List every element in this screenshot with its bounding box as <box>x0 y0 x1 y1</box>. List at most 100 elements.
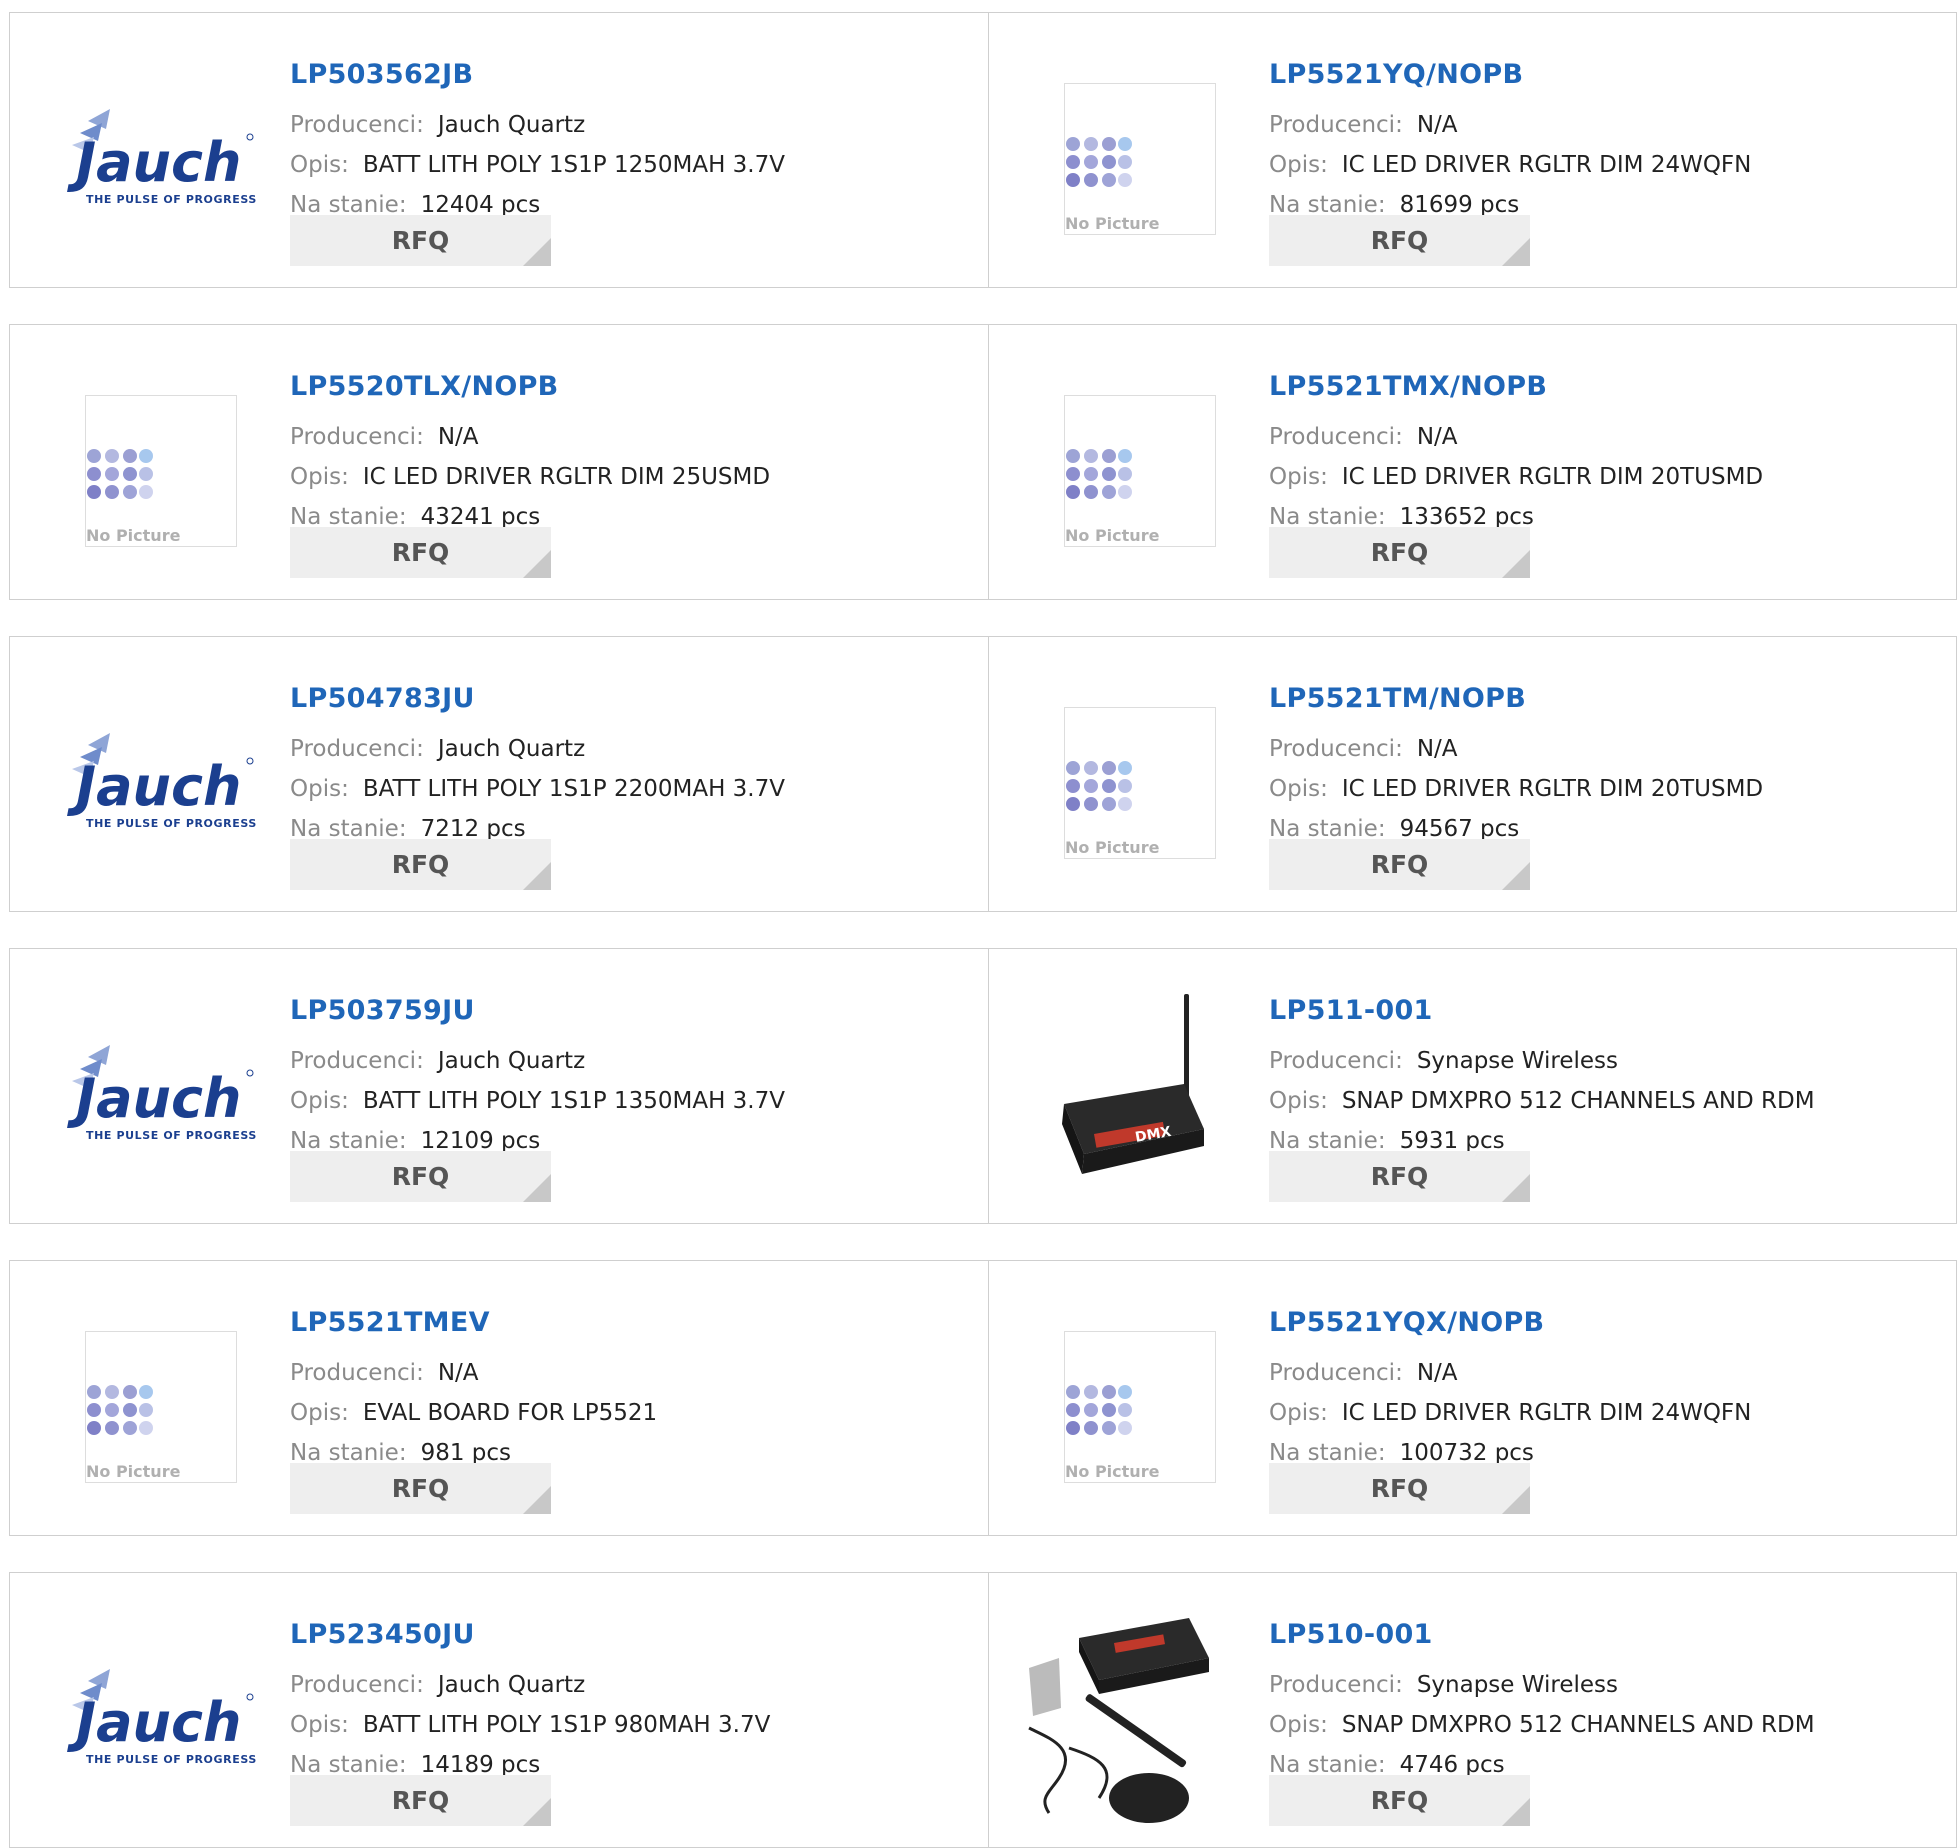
no-picture-label: No Picture <box>1065 838 1164 857</box>
corner-decoration <box>523 550 551 578</box>
corner-decoration <box>523 1486 551 1514</box>
no-picture-icon <box>1066 1385 1132 1435</box>
part-number-link[interactable]: LP5521YQX/NOPB <box>1269 1307 1544 1338</box>
manufacturer-value: Synapse Wireless <box>1416 1048 1618 1074</box>
part-number-link[interactable]: LP504783JU <box>290 683 475 714</box>
no-picture-placeholder: No Picture <box>1064 707 1216 859</box>
description-row: Opis: IC LED DRIVER RGLTR DIM 24WQFN <box>1269 152 1936 178</box>
product-image: No Picture <box>1029 1313 1229 1483</box>
part-number-link[interactable]: LP523450JU <box>290 1619 475 1650</box>
rfq-button-label: RFQ <box>391 1474 450 1503</box>
manufacturer-row: Producenci: Jauch Quartz <box>290 1048 968 1074</box>
part-number-link[interactable]: LP5520TLX/NOPB <box>290 371 559 402</box>
description-label: Opis: <box>1269 1712 1328 1738</box>
rfq-button[interactable]: RFQ <box>1269 1463 1530 1514</box>
rfq-button[interactable]: RFQ <box>290 1151 551 1202</box>
description-label: Opis: <box>290 1400 349 1426</box>
svg-text:Jauch: Jauch <box>67 131 241 194</box>
rfq-button[interactable]: RFQ <box>290 1775 551 1826</box>
no-picture-label: No Picture <box>1065 214 1164 233</box>
part-number-link[interactable]: LP511-001 <box>1269 995 1433 1026</box>
product-card: Jauch THE PULSE OF PROGRESS LP503562JB P… <box>9 12 989 288</box>
description-row: Opis: IC LED DRIVER RGLTR DIM 24WQFN <box>1269 1400 1936 1426</box>
product-card: No Picture LP5521TM/NOPB Producenci: N/A … <box>988 636 1957 912</box>
manufacturer-row: Producenci: N/A <box>1269 112 1936 138</box>
no-picture-placeholder: No Picture <box>1064 83 1216 235</box>
no-picture-icon <box>1066 761 1132 811</box>
manufacturer-value: N/A <box>437 424 479 450</box>
jauch-logo: Jauch THE PULSE OF PROGRESS <box>58 1663 258 1773</box>
manufacturer-value: Jauch Quartz <box>437 1672 586 1698</box>
corner-decoration <box>523 238 551 266</box>
svg-text:THE PULSE OF PROGRESS: THE PULSE OF PROGRESS <box>86 193 257 206</box>
manufacturer-value: N/A <box>1416 112 1458 138</box>
part-number-link[interactable]: LP5521TM/NOPB <box>1269 683 1526 714</box>
rfq-button[interactable]: RFQ <box>290 839 551 890</box>
product-image: No Picture <box>1029 689 1229 859</box>
product-image: No Picture <box>50 377 250 547</box>
corner-decoration <box>1502 550 1530 578</box>
part-number-link[interactable]: LP510-001 <box>1269 1619 1433 1650</box>
rfq-button[interactable]: RFQ <box>1269 839 1530 890</box>
product-info: LP5521TM/NOPB Producenci: N/A Opis: IC LED… <box>1269 667 1936 842</box>
manufacturer-label: Producenci: <box>1269 424 1403 450</box>
manufacturer-value: Jauch Quartz <box>437 1048 586 1074</box>
rfq-button[interactable]: RFQ <box>1269 215 1530 266</box>
product-info: LP510-001 Producenci: Synapse Wireless Op… <box>1269 1603 1936 1778</box>
manufacturer-row: Producenci: Synapse Wireless <box>1269 1048 1936 1074</box>
part-number-link[interactable]: LP5521TMEV <box>290 1307 490 1338</box>
part-number-link[interactable]: LP5521TMX/NOPB <box>1269 371 1547 402</box>
part-number-link[interactable]: LP5521YQ/NOPB <box>1269 59 1523 90</box>
description-value: BATT LITH POLY 1S1P 1350MAH 3.7V <box>362 1088 785 1114</box>
manufacturer-label: Producenci: <box>1269 1360 1403 1386</box>
description-value: IC LED DRIVER RGLTR DIM 25USMD <box>362 464 771 490</box>
manufacturer-row: Producenci: N/A <box>290 1360 968 1386</box>
rfq-button[interactable]: RFQ <box>1269 1151 1530 1202</box>
no-picture-icon <box>87 1385 153 1435</box>
description-row: Opis: SNAP DMXPRO 512 CHANNELS AND RDM <box>1269 1088 1936 1114</box>
rfq-button[interactable]: RFQ <box>290 1463 551 1514</box>
no-picture-placeholder: No Picture <box>85 395 237 547</box>
product-card: No Picture LP5521TMX/NOPB Producenci: N/A… <box>988 324 1957 600</box>
rfq-button[interactable]: RFQ <box>290 527 551 578</box>
rfq-button[interactable]: RFQ <box>1269 1775 1530 1826</box>
product-card: No Picture LP5521TMEV Producenci: N/A Opi… <box>9 1260 989 1536</box>
product-image-dmx-kit <box>1019 1598 1239 1838</box>
no-picture-placeholder: No Picture <box>1064 395 1216 547</box>
corner-decoration <box>523 862 551 890</box>
manufacturer-label: Producenci: <box>290 112 424 138</box>
jauch-logo: Jauch THE PULSE OF PROGRESS <box>58 103 258 213</box>
description-row: Opis: IC LED DRIVER RGLTR DIM 20TUSMD <box>1269 464 1936 490</box>
product-card: Jauch THE PULSE OF PROGRESS LP504783JU P… <box>9 636 989 912</box>
manufacturer-value: N/A <box>1416 736 1458 762</box>
product-info: LP503562JB Producenci: Jauch Quartz Opis:… <box>290 43 968 218</box>
manufacturer-label: Producenci: <box>290 736 424 762</box>
no-picture-placeholder: No Picture <box>1064 1331 1216 1483</box>
description-label: Opis: <box>1269 464 1328 490</box>
product-card: Jauch THE PULSE OF PROGRESS LP523450JU P… <box>9 1572 989 1848</box>
manufacturer-value: Jauch Quartz <box>437 112 586 138</box>
product-info: LP5521TMX/NOPB Producenci: N/A Opis: IC LE… <box>1269 355 1936 530</box>
description-row: Opis: SNAP DMXPRO 512 CHANNELS AND RDM <box>1269 1712 1936 1738</box>
manufacturer-label: Producenci: <box>290 1672 424 1698</box>
no-picture-icon <box>1066 137 1132 187</box>
part-number-link[interactable]: LP503759JU <box>290 995 475 1026</box>
description-label: Opis: <box>290 1712 349 1738</box>
svg-text:THE PULSE OF PROGRESS: THE PULSE OF PROGRESS <box>86 1753 257 1766</box>
part-number-link[interactable]: LP503562JB <box>290 59 473 90</box>
rfq-button[interactable]: RFQ <box>290 215 551 266</box>
description-row: Opis: EVAL BOARD FOR LP5521 <box>290 1400 968 1426</box>
description-value: BATT LITH POLY 1S1P 1250MAH 3.7V <box>362 152 785 178</box>
description-value: EVAL BOARD FOR LP5521 <box>362 1400 658 1426</box>
product-card: No Picture LP5520TLX/NOPB Producenci: N/A… <box>9 324 989 600</box>
description-label: Opis: <box>1269 1400 1328 1426</box>
rfq-button[interactable]: RFQ <box>1269 527 1530 578</box>
manufacturer-value: N/A <box>1416 424 1458 450</box>
product-image: No Picture <box>1029 65 1229 235</box>
description-value: IC LED DRIVER RGLTR DIM 20TUSMD <box>1341 464 1764 490</box>
rfq-button-label: RFQ <box>391 226 450 255</box>
svg-text:Jauch: Jauch <box>67 1691 241 1754</box>
no-picture-icon <box>87 449 153 499</box>
product-info: LP5521YQX/NOPB Producenci: N/A Opis: IC LE… <box>1269 1291 1936 1466</box>
description-value: IC LED DRIVER RGLTR DIM 24WQFN <box>1341 152 1752 178</box>
